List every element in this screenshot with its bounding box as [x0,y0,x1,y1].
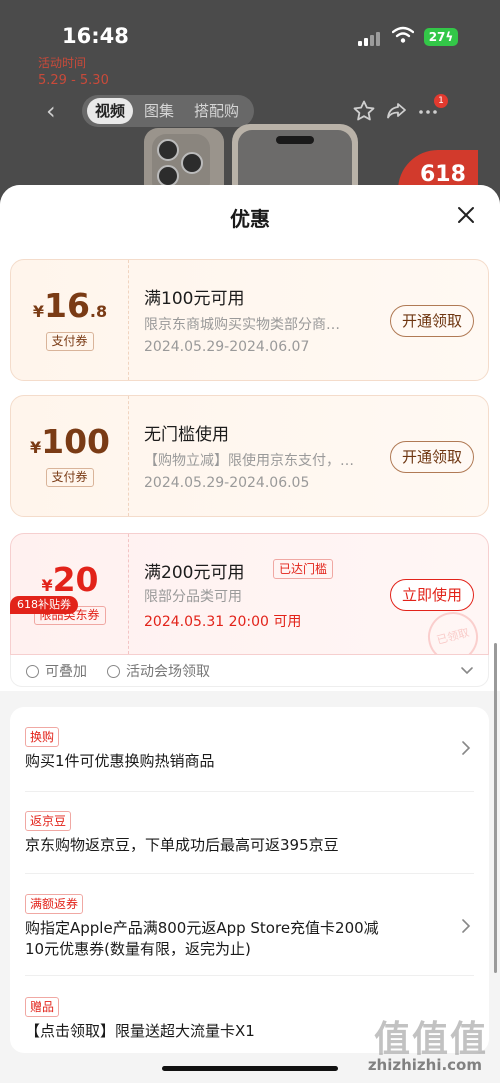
sheet-title: 优惠 [230,207,270,231]
wifi-icon [392,26,414,43]
venue-claim-feature: 活动会场领取 [107,661,210,681]
coupon-date: 2024.05.29-2024.06.05 [144,475,310,491]
coupon-features: 可叠加 活动会场领取 [10,655,489,687]
watermark-logo: 值值值 [373,1019,488,1060]
promo-label: 活动时间 [38,56,87,70]
benefit-tag: 换购 [25,727,60,747]
benefit-text: 购指定Apple产品满800元返App Store充值卡200减10元优惠券(数… [25,919,379,958]
coupon-desc: 【购物立减】限使用京东支付，… [144,453,354,469]
share-icon[interactable] [384,99,408,123]
activate-claim-button[interactable]: 开通领取 [390,305,474,337]
coupon-title: 无门槛使用 [144,425,229,445]
threshold-reached-tag: 已达门槛 [273,559,334,579]
coupon-card: ¥20 限品类东券 满200元可用 已达门槛 限部分品类可用 2024.05.3… [10,533,489,655]
list-item[interactable]: 换购 购买1件可优惠换购热销商品 [10,707,489,791]
promo-time: 活动时间 5.29 - 5.30 [38,55,109,89]
benefit-list: 换购 购买1件可优惠换购热销商品 返京豆 京东购物返京豆，下单成功后最高可返39… [10,707,489,1053]
coupon-date: 2024.05.31 20:00 可用 [144,614,302,630]
benefit-tag: 满额返券 [25,894,84,914]
media-tabs: 视频 图集 搭配购 [82,95,254,127]
stackable-feature: 可叠加 [26,661,87,681]
coupon-list: ¥16.8 支付券 满100元可用 限京东商城购买实物类部分商… 2024.05… [0,247,500,691]
status-time: 16:48 [62,24,129,48]
benefit-tag: 赠品 [25,997,60,1017]
charging-bolt-icon: ϟ [445,30,454,44]
venue-icon [107,665,120,678]
coupon-amount: ¥16.8 [32,286,108,325]
tab-video[interactable]: 视频 [87,98,134,124]
benefit-tag: 返京豆 [25,811,72,831]
scrollbar[interactable] [494,643,497,973]
watermark-text: zhizhizhi.com [367,1056,482,1074]
status-bar: 16:48 27ϟ [0,22,500,52]
tab-gallery[interactable]: 图集 [144,95,174,127]
tab-bundle[interactable]: 搭配购 [194,95,239,127]
coupon-title: 满100元可用 [144,289,245,309]
back-chevron-icon[interactable]: ‹ [46,99,56,123]
claimed-stamp: 已领取 [422,606,484,654]
chevron-right-icon [462,741,471,755]
coupon-desc: 限京东商城购买实物类部分商… [144,317,340,333]
background-product-page: 16:48 27ϟ 活动时间 5.29 - 5.30 ‹ 视频 图集 搭配购 1… [0,0,500,200]
benefit-text: 购买1件可优惠换购热销商品 [25,752,215,770]
promo-dates: 5.29 - 5.30 [38,73,109,88]
benefit-text: 京东购物返京豆，下单成功后最高可返395京豆 [25,836,339,854]
coupon-type: 支付券 [45,468,94,487]
use-now-button[interactable]: 立即使用 [390,579,474,611]
coupon-card: ¥100 支付券 无门槛使用 【购物立减】限使用京东支付，… 2024.05.2… [10,395,489,517]
favorite-star-icon[interactable] [352,99,376,123]
coupon-desc: 限部分品类可用 [144,589,242,605]
chevron-down-icon[interactable] [460,663,474,677]
coupon-amount: ¥100 [29,422,111,461]
home-indicator[interactable] [162,1066,338,1071]
activate-claim-button[interactable]: 开通领取 [390,441,474,473]
sheet-header: 优惠 [0,185,500,247]
notification-badge: 1 [434,94,448,108]
battery-indicator: 27ϟ [424,28,458,46]
close-icon[interactable] [454,203,478,227]
coupon-amount-panel: ¥16.8 支付券 [11,260,129,380]
cellular-signal-icon [358,30,384,46]
discount-sheet: 优惠 ¥16.8 支付券 满100元可用 限京东商城购买实物类部分商… 2024… [0,185,500,1083]
list-item[interactable]: 满额返券 购指定Apple产品满800元返App Store充值卡200减10元… [10,873,489,975]
coupon-date: 2024.05.29-2024.06.07 [144,339,310,355]
chevron-right-icon [462,919,471,933]
coupon-ribbon: 618补贴券 [10,596,78,614]
coupon-title: 满200元可用 [144,563,245,583]
coupon-type: 支付券 [45,332,94,351]
site-watermark: 值值值 zhizhizhi.com [338,1010,488,1080]
coupon-amount-panel: ¥20 限品类东券 [11,534,129,654]
list-item: 返京豆 京东购物返京豆，下单成功后最高可返395京豆 [10,791,489,873]
coupon-amount-panel: ¥100 支付券 [11,396,129,516]
coupon-card: ¥16.8 支付券 满100元可用 限京东商城购买实物类部分商… 2024.05… [10,259,489,381]
coupon-amount: ¥20 [41,560,99,599]
stack-icon [26,665,39,678]
